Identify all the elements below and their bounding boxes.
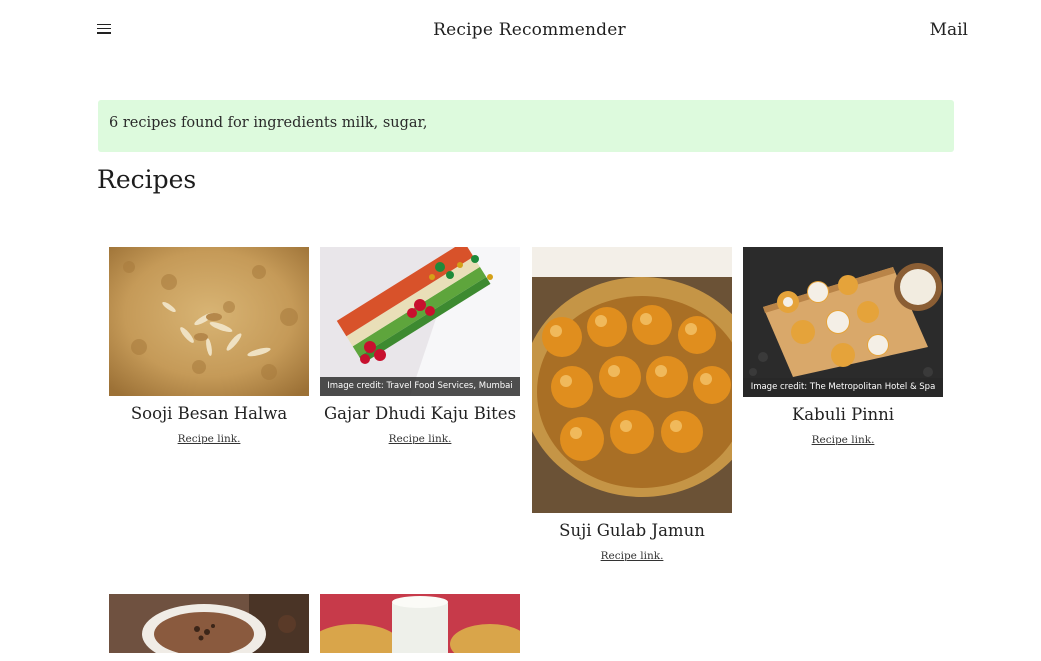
recipe-card: Image credit: Travel Food Services, Mumb… [320,247,520,446]
app-title[interactable]: Recipe Recommender [0,20,1041,40]
recipe-card: Image credit: The Metropolitan Hotel & S… [743,247,943,447]
recipe-title: Gajar Dhudi Kaju Bites [323,404,517,423]
top-navbar: Recipe Recommender Mail [0,0,1041,64]
recipe-title: Sooji Besan Halwa [130,404,288,423]
recipe-title: Suji Gulab Jamun [559,521,705,540]
recipe-image-chocolate-drink [109,594,309,653]
recipe-card [320,594,520,661]
image-credit: Image credit: Travel Food Services, Mumb… [320,377,520,396]
recipe-link[interactable]: Recipe link. [601,550,664,562]
image-credit: Image credit: The Metropolitan Hotel & S… [743,378,943,397]
recipes-heading: Recipes [97,165,197,194]
recipe-link[interactable]: Recipe link. [389,433,452,445]
recipe-title: Kabuli Pinni [791,405,895,424]
recipe-image-kabuli-pinni: Image credit: The Metropolitan Hotel & S… [743,247,943,397]
recipe-card: Suji Gulab Jamun Recipe link. [532,247,732,563]
recipe-image-gulab-jamun [532,247,732,513]
results-alert: 6 recipes found for ingredients milk, su… [98,100,954,152]
recipe-image-milk-glass [320,594,520,653]
recipe-card [109,594,309,661]
recipe-image-halwa [109,247,309,396]
recipe-card: Sooji Besan Halwa Recipe link. [109,247,309,446]
mail-link[interactable]: Mail [930,20,968,40]
recipe-link[interactable]: Recipe link. [812,434,875,446]
recipe-image-gajar-bites: Image credit: Travel Food Services, Mumb… [320,247,520,396]
recipe-link[interactable]: Recipe link. [178,433,241,445]
